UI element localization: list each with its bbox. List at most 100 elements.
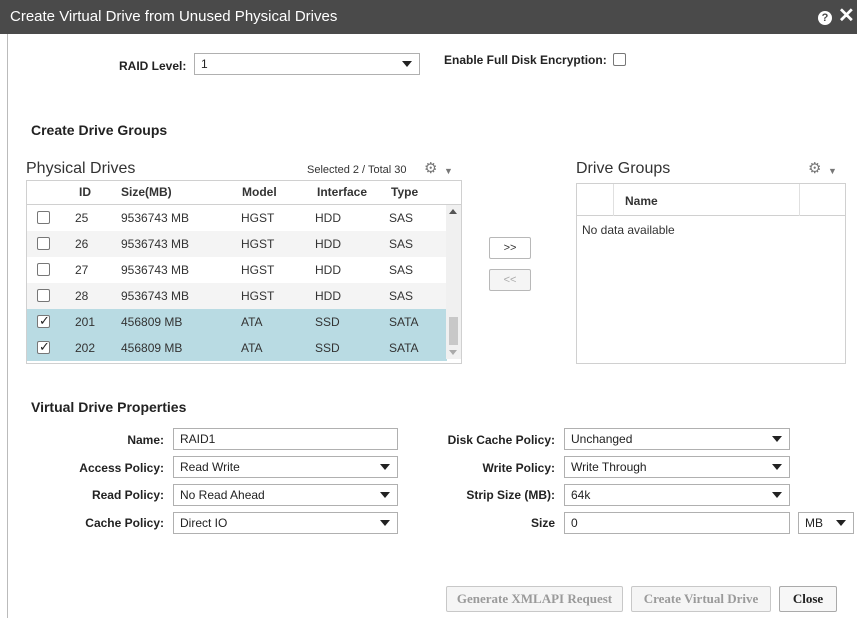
- cell-model: HGST: [241, 237, 275, 251]
- remove-from-group-button[interactable]: <<: [489, 269, 531, 291]
- gear-icon[interactable]: ⚙: [424, 159, 437, 177]
- dialog-border: [7, 34, 8, 618]
- encryption-label: Enable Full Disk Encryption:: [444, 53, 607, 67]
- size-value: 0: [571, 516, 578, 530]
- grid-scrollbar[interactable]: [446, 205, 461, 359]
- cell-id: 26: [75, 237, 89, 251]
- physical-drives-grid: ID Size(MB) Model Interface Type 25 9536…: [26, 180, 462, 364]
- cache-policy-value: Direct IO: [180, 516, 228, 530]
- chevron-down-icon: [772, 436, 782, 442]
- cell-id: 202: [75, 341, 96, 355]
- cell-id: 201: [75, 315, 96, 329]
- cell-size: 456809 MB: [121, 315, 183, 329]
- drive-groups-grid: Name No data available: [576, 183, 846, 364]
- size-input[interactable]: 0: [564, 512, 790, 534]
- size-unit-value: MB: [805, 516, 823, 530]
- strip-size-label: Strip Size (MB):: [466, 488, 555, 502]
- grid-header: ID Size(MB) Model Interface Type: [27, 181, 461, 205]
- name-label: Name:: [127, 433, 164, 447]
- window-title: Create Virtual Drive from Unused Physica…: [10, 8, 338, 25]
- raid-level-value: 1: [201, 57, 208, 71]
- gear-icon[interactable]: ⚙: [808, 159, 821, 177]
- table-row[interactable]: 26 9536743 MB HGST HDD SAS: [27, 231, 447, 257]
- raid-level-select[interactable]: 1: [194, 53, 420, 75]
- column-header-interface[interactable]: Interface: [317, 185, 367, 199]
- scroll-up-icon[interactable]: [449, 209, 457, 214]
- cell-type: SAS: [389, 237, 414, 251]
- table-row[interactable]: 25 9536743 MB HGST HDD SAS: [27, 205, 447, 231]
- read-policy-select[interactable]: No Read Ahead: [173, 484, 398, 506]
- chevron-down-icon: [380, 520, 390, 526]
- encryption-checkbox[interactable]: [613, 53, 626, 66]
- help-icon[interactable]: ?: [818, 11, 832, 25]
- disk-cache-policy-select[interactable]: Unchanged: [564, 428, 790, 450]
- access-policy-value: Read Write: [180, 460, 240, 474]
- cache-policy-select[interactable]: Direct IO: [173, 512, 398, 534]
- column-header-size[interactable]: Size(MB): [121, 185, 172, 199]
- cell-id: 25: [75, 211, 89, 225]
- cell-interface: SSD: [315, 341, 340, 355]
- cell-size: 9536743 MB: [121, 211, 190, 225]
- column-header-model[interactable]: Model: [242, 185, 277, 199]
- cell-type: SATA: [389, 341, 419, 355]
- empty-message: No data available: [582, 223, 675, 237]
- physical-drives-title: Physical Drives: [26, 160, 136, 177]
- read-policy-value: No Read Ahead: [180, 488, 265, 502]
- row-checkbox[interactable]: [37, 211, 50, 224]
- write-policy-select[interactable]: Write Through: [564, 456, 790, 478]
- column-header-name[interactable]: Name: [625, 194, 658, 208]
- cell-model: ATA: [241, 341, 263, 355]
- read-policy-label: Read Policy:: [91, 488, 164, 502]
- column-divider: [613, 184, 614, 216]
- chevron-down-icon[interactable]: ▼: [828, 166, 837, 176]
- access-policy-label: Access Policy:: [79, 461, 164, 475]
- vd-properties-heading: Virtual Drive Properties: [31, 399, 187, 415]
- chevron-down-icon: [402, 61, 412, 67]
- cell-size: 9536743 MB: [121, 289, 190, 303]
- scroll-thumb[interactable]: [449, 317, 458, 345]
- table-row[interactable]: 28 9536743 MB HGST HDD SAS: [27, 283, 447, 309]
- strip-size-value: 64k: [571, 488, 591, 502]
- raid-level-label: RAID Level:: [119, 59, 187, 73]
- disk-cache-policy-value: Unchanged: [571, 432, 633, 446]
- row-checkbox[interactable]: [37, 263, 50, 276]
- chevron-down-icon[interactable]: ▼: [444, 166, 453, 176]
- access-policy-select[interactable]: Read Write: [173, 456, 398, 478]
- column-header-type[interactable]: Type: [391, 185, 418, 199]
- row-checkbox[interactable]: [37, 289, 50, 302]
- create-virtual-drive-button[interactable]: Create Virtual Drive: [631, 586, 771, 612]
- size-unit-select[interactable]: MB: [798, 512, 854, 534]
- generate-xmlapi-button[interactable]: Generate XMLAPI Request: [446, 586, 623, 612]
- cell-type: SATA: [389, 315, 419, 329]
- selected-count: Selected 2 / Total 30: [307, 164, 407, 176]
- row-checkbox[interactable]: [37, 313, 50, 329]
- name-input[interactable]: RAID1: [173, 428, 398, 450]
- column-header-id[interactable]: ID: [79, 185, 91, 199]
- cell-model: HGST: [241, 289, 275, 303]
- row-checkbox[interactable]: [37, 237, 50, 250]
- close-icon[interactable]: ✕: [838, 5, 855, 27]
- cell-model: HGST: [241, 211, 275, 225]
- row-checkbox[interactable]: [37, 339, 50, 355]
- scroll-down-icon[interactable]: [449, 350, 457, 355]
- table-row[interactable]: 202 456809 MB ATA SSD SATA: [27, 335, 447, 361]
- create-drive-groups-heading: Create Drive Groups: [31, 122, 168, 138]
- chevron-down-icon: [380, 492, 390, 498]
- strip-size-select[interactable]: 64k: [564, 484, 790, 506]
- close-button[interactable]: Close: [779, 586, 837, 612]
- cell-size: 9536743 MB: [121, 237, 190, 251]
- cell-interface: SSD: [315, 315, 340, 329]
- cell-size: 9536743 MB: [121, 263, 190, 277]
- cell-type: SAS: [389, 289, 414, 303]
- cell-type: SAS: [389, 263, 414, 277]
- add-to-group-button[interactable]: >>: [489, 237, 531, 259]
- cell-model: ATA: [241, 315, 263, 329]
- name-value: RAID1: [180, 432, 216, 446]
- column-divider: [799, 184, 800, 216]
- cell-id: 27: [75, 263, 89, 277]
- title-bar: Create Virtual Drive from Unused Physica…: [0, 0, 857, 34]
- cell-id: 28: [75, 289, 89, 303]
- table-row[interactable]: 201 456809 MB ATA SSD SATA: [27, 309, 447, 335]
- cell-model: HGST: [241, 263, 275, 277]
- table-row[interactable]: 27 9536743 MB HGST HDD SAS: [27, 257, 447, 283]
